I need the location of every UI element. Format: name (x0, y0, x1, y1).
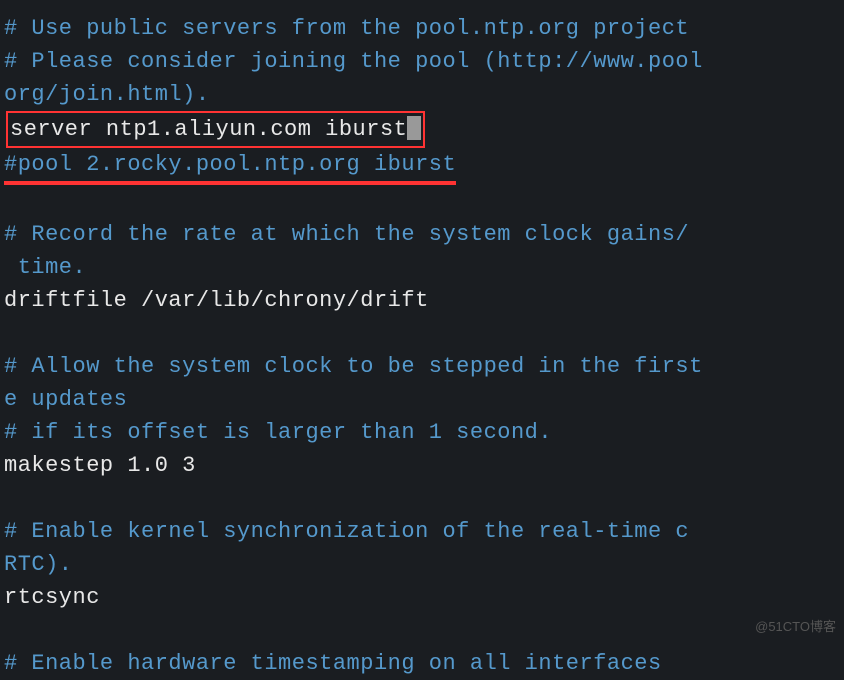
blank-line (4, 482, 840, 515)
underline-annotation: #pool 2.rocky.pool.ntp.org iburst (4, 148, 456, 185)
blank-line (4, 185, 840, 218)
config-comment-line: # Enable kernel synchronization of the r… (4, 515, 840, 548)
config-comment-line: # Please consider joining the pool (http… (4, 45, 840, 78)
config-rtcsync-line: rtcsync (4, 581, 840, 614)
config-comment-line: time. (4, 251, 840, 284)
config-comment-line: RTC). (4, 548, 840, 581)
terminal-editor[interactable]: # Use public servers from the pool.ntp.o… (4, 12, 840, 680)
highlight-box: server ntp1.aliyun.com iburst (6, 111, 425, 148)
config-comment-line: e updates (4, 383, 840, 416)
config-driftfile-line: driftfile /var/lib/chrony/drift (4, 284, 840, 317)
config-comment-line: # Use public servers from the pool.ntp.o… (4, 12, 840, 45)
blank-line (4, 614, 840, 647)
cursor (407, 116, 421, 140)
config-comment-line: org/join.html). (4, 78, 840, 111)
blank-line (4, 317, 840, 350)
config-comment-line: # Allow the system clock to be stepped i… (4, 350, 840, 383)
watermark-text: @51CTO博客 (755, 617, 836, 637)
config-comment-line: # Record the rate at which the system cl… (4, 218, 840, 251)
config-comment-line: # if its offset is larger than 1 second. (4, 416, 840, 449)
config-server-line: server ntp1.aliyun.com iburst (4, 111, 840, 148)
config-makestep-line: makestep 1.0 3 (4, 449, 840, 482)
config-pool-line: #pool 2.rocky.pool.ntp.org iburst (4, 148, 840, 185)
